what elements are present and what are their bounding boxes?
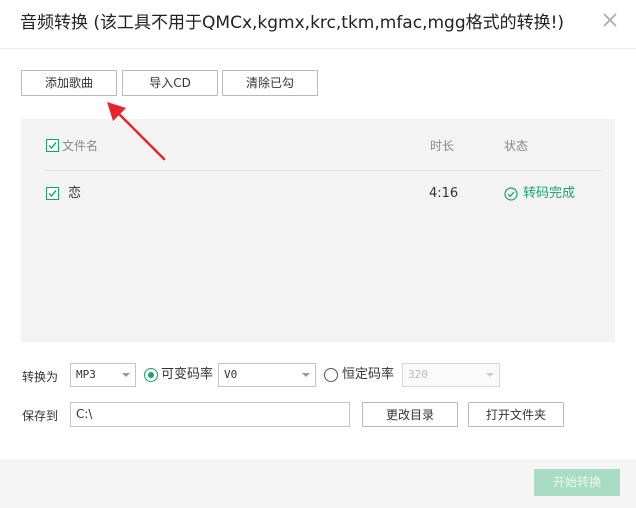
open-folder-button[interactable]: 打开文件夹	[468, 402, 564, 427]
save-path-input[interactable]: C:\	[70, 402, 350, 427]
header-status[interactable]: 状态	[504, 138, 528, 154]
check-icon	[48, 142, 57, 150]
status-text: 转码完成	[523, 186, 576, 201]
check-circle-icon	[504, 187, 518, 201]
vbr-label: 可变码率	[161, 367, 214, 382]
save-label: 保存到	[22, 409, 59, 423]
dialog-title: 音频转换 (该工具不用于QMCx,kgmx,krc,tkm,mfac,mgg格式…	[20, 13, 565, 33]
cbr-radio[interactable]	[324, 368, 338, 382]
cbr-value: 320	[408, 368, 428, 381]
select-all-checkbox[interactable]	[46, 139, 59, 152]
row-filename: 恋	[68, 186, 82, 201]
red-arrow-icon	[107, 102, 166, 161]
format-value: MP3	[76, 368, 96, 381]
format-select[interactable]: MP3	[70, 363, 136, 387]
row-checkbox[interactable]	[46, 187, 59, 200]
vbr-select[interactable]: V0	[218, 363, 316, 387]
close-icon[interactable]	[600, 10, 620, 30]
row-duration: 4:16	[429, 186, 459, 201]
vbr-radio[interactable]	[144, 368, 158, 382]
header-divider	[45, 170, 601, 171]
change-dir-button[interactable]: 更改目录	[362, 402, 458, 427]
convert-label: 转换为	[22, 370, 59, 384]
cbr-label: 恒定码率	[342, 367, 395, 382]
cbr-select: 320	[402, 363, 500, 387]
vbr-value: V0	[224, 368, 238, 381]
header-duration[interactable]: 时长	[430, 138, 454, 154]
header-filename[interactable]: 文件名	[62, 138, 98, 154]
add-song-button[interactable]: 添加歌曲	[21, 70, 117, 96]
table-row[interactable]: 恋 4:16 转码完成	[21, 179, 615, 209]
check-icon	[48, 190, 57, 198]
import-cd-button[interactable]: 导入CD	[122, 70, 218, 96]
start-convert-button[interactable]: 开始转换	[534, 469, 620, 496]
chevron-down-icon	[486, 373, 494, 377]
title-divider	[0, 48, 636, 49]
chevron-down-icon	[122, 373, 130, 377]
clear-checked-button[interactable]: 清除已勾	[222, 70, 318, 96]
chevron-down-icon	[302, 373, 310, 377]
